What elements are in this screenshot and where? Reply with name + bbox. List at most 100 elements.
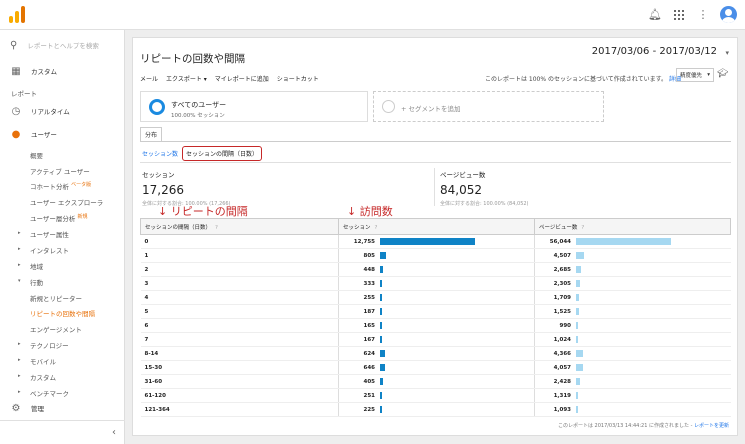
- precision-select[interactable]: 精度優先 ▾: [676, 68, 714, 82]
- top-bar: 🔔︎ ⋮: [0, 0, 745, 30]
- sessions-value: 624: [363, 350, 375, 357]
- education-icon[interactable]: 🎓︎: [717, 69, 728, 79]
- sidebar-item-users[interactable]: ● ユーザー: [0, 127, 125, 141]
- subtab-session-count[interactable]: セッション数: [142, 149, 178, 158]
- cell-pageviews: 1,709: [534, 290, 731, 305]
- shortcut-button[interactable]: ショートカット: [277, 74, 319, 83]
- email-button[interactable]: メール: [140, 74, 158, 83]
- sidebar-group-interests[interactable]: インタレスト: [30, 245, 69, 255]
- sidebar-group-custom[interactable]: カスタム: [30, 372, 56, 382]
- sidebar-group-demographics[interactable]: ユーザー属性: [30, 229, 69, 239]
- segment-placeholder-icon: [382, 100, 395, 113]
- pageviews-value: 1,024: [553, 336, 571, 343]
- expand-icon: ▸: [18, 341, 21, 347]
- sidebar-item-realtime[interactable]: ◷ リアルタイム: [0, 104, 125, 118]
- sidebar-search[interactable]: ⚲ レポートとヘルプを検索: [0, 30, 125, 60]
- new-badge: 新規: [77, 214, 88, 220]
- table-row: 15-30 646 4,057: [140, 360, 731, 375]
- export-button[interactable]: エクスポート ▾: [166, 74, 207, 83]
- segment-name: すべてのユーザー: [171, 101, 227, 109]
- pageviews-bar: [576, 308, 579, 315]
- help-icon[interactable]: ?: [375, 225, 378, 231]
- pageviews-bar: [576, 280, 580, 287]
- value-cell: 2,685: [539, 266, 727, 273]
- column-header-interval[interactable]: セッションの間隔（日数）?: [140, 218, 339, 235]
- sidebar-group-mobile[interactable]: モバイル: [30, 356, 56, 366]
- value-cell: 2,428: [539, 378, 727, 385]
- help-icon[interactable]: ?: [581, 225, 584, 231]
- cell-interval: 0: [140, 234, 339, 249]
- header-label: ページビュー数: [539, 224, 578, 231]
- pageviews-value: 1,709: [553, 294, 571, 301]
- cell-sessions: 12,755: [338, 234, 535, 249]
- metric-value: 84,052: [440, 183, 482, 197]
- cell-interval: 6: [140, 318, 339, 333]
- apps-icon[interactable]: [672, 8, 686, 22]
- sidebar-sub-user-explorer[interactable]: ユーザー エクスプローラ: [30, 197, 103, 207]
- cell-sessions: 225: [338, 402, 535, 417]
- dashboard-icon: ▦: [11, 65, 21, 77]
- collapse-sidebar-button[interactable]: ‹: [0, 420, 125, 444]
- metric-subtext: 全体に対する割合: 100.00% (84,052): [440, 201, 529, 207]
- value-cell: 255: [343, 294, 530, 301]
- help-icon[interactable]: ?: [215, 225, 218, 231]
- sidebar-sub-lifetime[interactable]: ユーザー層分析 新規: [30, 213, 87, 223]
- sidebar-group-benchmark[interactable]: ベンチマーク: [30, 388, 69, 398]
- sidebar-group-behavior[interactable]: 行動: [30, 277, 43, 287]
- expand-icon: ▸: [18, 389, 21, 395]
- table-row: 3 333 2,305: [140, 276, 731, 291]
- cell-interval: 7: [140, 332, 339, 347]
- cell-interval: 121-364: [140, 402, 339, 417]
- refresh-report-link[interactable]: レポートを更新: [694, 423, 729, 429]
- analytics-logo-icon[interactable]: [9, 6, 25, 23]
- value-cell: 165: [343, 322, 530, 329]
- cell-sessions: 255: [338, 290, 535, 305]
- value-cell: 4,366: [539, 350, 727, 357]
- tab-divider: [140, 141, 731, 142]
- sidebar-item-custom[interactable]: ▦ カスタム: [0, 64, 125, 78]
- cell-pageviews: 56,044: [534, 234, 731, 249]
- account-avatar-icon[interactable]: [720, 6, 737, 23]
- chevron-down-icon[interactable]: ▾: [725, 49, 729, 57]
- sessions-value: 646: [363, 364, 375, 371]
- page-title: リピートの回数や間隔: [140, 53, 245, 65]
- footer-text: このレポートは 2017/03/13 14:44:21 に作成されました -: [557, 423, 693, 429]
- more-icon[interactable]: ⋮: [696, 8, 710, 22]
- date-range-picker[interactable]: 2017/03/06 - 2017/03/12: [592, 46, 717, 57]
- sidebar-item-label: ユーザー: [31, 131, 57, 139]
- sessions-bar: [380, 322, 382, 329]
- add-to-dashboard-button[interactable]: マイレポートに追加: [215, 74, 269, 83]
- sidebar-sub-frequency-recency[interactable]: リピートの回数や間隔: [30, 308, 95, 318]
- cell-interval: 4: [140, 290, 339, 305]
- bell-icon[interactable]: 🔔︎: [648, 8, 662, 22]
- column-header-sessions[interactable]: セッション?: [338, 218, 535, 235]
- tab-distribution[interactable]: 分布: [140, 127, 162, 141]
- sidebar-sub-overview[interactable]: 概要: [30, 150, 43, 160]
- subtab-session-interval[interactable]: セッションの間隔（日数）: [182, 146, 263, 161]
- pageviews-value: 4,507: [553, 252, 571, 259]
- search-icon: ⚲: [10, 39, 18, 51]
- sidebar-sub-new-vs-returning[interactable]: 新規とリピーター: [30, 293, 82, 303]
- add-segment-button[interactable]: + セグメントを追加: [373, 91, 604, 122]
- sidebar-item-label: 管理: [31, 405, 44, 413]
- value-cell: 12,755: [343, 238, 530, 245]
- value-cell: 2,305: [539, 280, 727, 287]
- cell-sessions: 187: [338, 304, 535, 319]
- cell-interval: 3: [140, 276, 339, 291]
- sidebar-sub-active-users[interactable]: アクティブ ユーザー: [30, 166, 90, 176]
- value-cell: 333: [343, 280, 530, 287]
- cell-interval: 61-120: [140, 388, 339, 403]
- cell-pageviews: 1,093: [534, 402, 731, 417]
- report-footer: このレポートは 2017/03/13 14:44:21 に作成されました - レ…: [558, 422, 729, 429]
- sidebar-group-geo[interactable]: 地域: [30, 261, 43, 271]
- table-row: 4 255 1,709: [140, 290, 731, 305]
- sidebar-sub-engagement[interactable]: エンゲージメント: [30, 324, 82, 334]
- sidebar-sub-cohort[interactable]: コホート分析 ベータ版: [30, 181, 91, 191]
- segment-all-users[interactable]: すべてのユーザー 100.00% セッション: [140, 91, 368, 122]
- sidebar-item-admin[interactable]: ⚙ 管理: [0, 401, 125, 415]
- metric-pageviews: ページビュー数 84,052 全体に対する割合: 100.00% (84,052…: [440, 169, 529, 207]
- sidebar-group-technology[interactable]: テクノロジー: [30, 340, 69, 350]
- value-cell: 4,057: [539, 364, 727, 371]
- column-header-pageviews[interactable]: ページビュー数?: [534, 218, 731, 235]
- sessions-bar: [380, 336, 382, 343]
